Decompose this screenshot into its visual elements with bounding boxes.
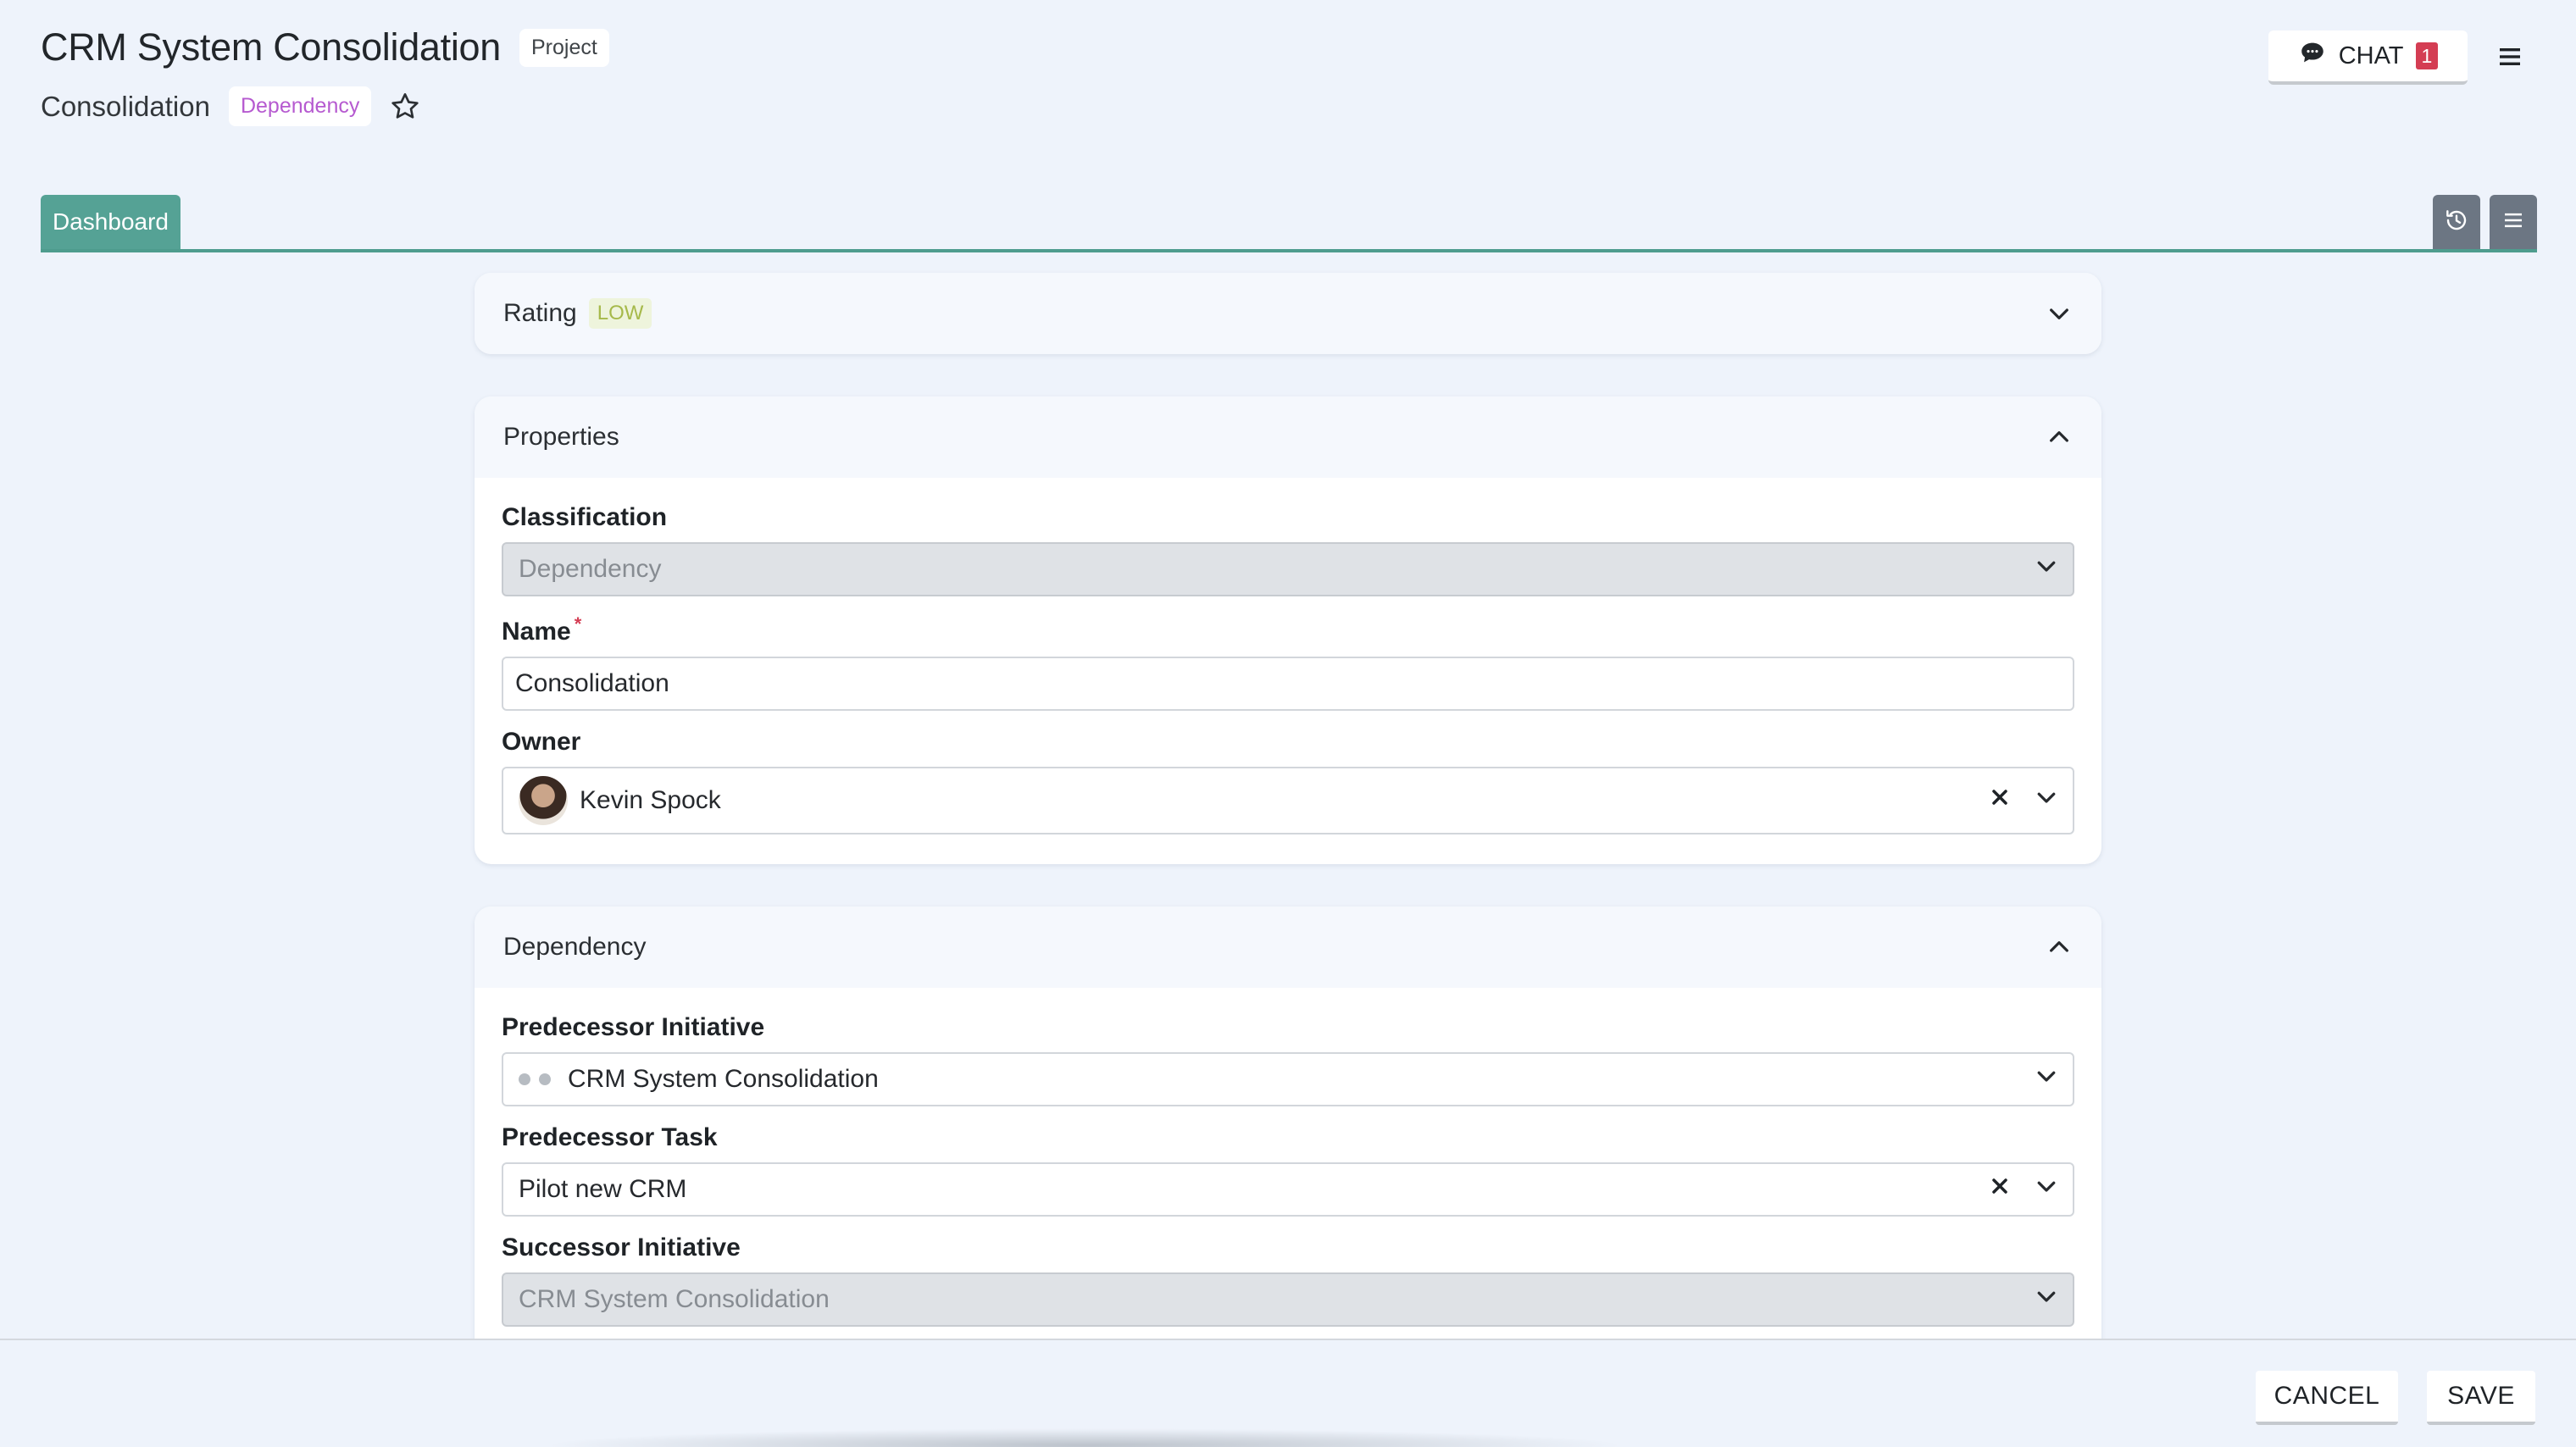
page-subtitle: Consolidation — [41, 90, 210, 122]
properties-title: Properties — [503, 423, 619, 451]
chevron-down-icon[interactable] — [2034, 1283, 2059, 1316]
dependency-badge: Dependency — [228, 86, 372, 126]
rating-title: Rating — [503, 299, 577, 327]
history-icon — [2443, 207, 2470, 238]
page-title: CRM System Consolidation — [41, 25, 501, 69]
chat-bubble-icon — [2298, 38, 2327, 74]
name-label: Name — [502, 618, 571, 646]
chevron-down-icon[interactable] — [2034, 1063, 2059, 1095]
clear-icon[interactable] — [1988, 785, 2012, 816]
dependency-header[interactable]: Dependency — [475, 906, 2101, 988]
chevron-down-icon[interactable] — [2046, 300, 2073, 327]
tab-dashboard[interactable]: Dashboard — [41, 195, 180, 249]
rating-header[interactable]: Rating LOW — [475, 273, 2101, 354]
owner-field: Owner Kevin Spock — [502, 728, 2074, 834]
chevron-down-icon[interactable] — [2034, 1173, 2059, 1206]
name-input[interactable]: Consolidation — [502, 657, 2074, 711]
clear-icon[interactable] — [1988, 1174, 2012, 1205]
required-mark: * — [574, 613, 582, 635]
classification-select[interactable]: Dependency — [502, 542, 2074, 596]
rating-badge: LOW — [588, 298, 652, 329]
owner-select[interactable]: Kevin Spock — [502, 767, 2074, 834]
predecessor-task-select[interactable]: Pilot new CRM — [502, 1162, 2074, 1217]
save-button[interactable]: SAVE — [2427, 1371, 2535, 1425]
successor-initiative-label: Successor Initiative — [502, 1234, 741, 1261]
avatar — [519, 776, 568, 825]
name-field: Name * Consolidation — [502, 613, 2074, 711]
tab-bar: Dashboard — [41, 195, 2537, 252]
dependency-title: Dependency — [503, 933, 647, 961]
star-icon[interactable] — [388, 90, 422, 124]
list-view-button[interactable] — [2490, 195, 2537, 249]
chevron-up-icon[interactable] — [2046, 424, 2073, 451]
hamburger-icon[interactable] — [2495, 42, 2525, 71]
properties-header[interactable]: Properties — [475, 396, 2101, 478]
classification-label: Classification — [502, 503, 668, 531]
name-value: Consolidation — [515, 669, 669, 697]
chevron-up-icon[interactable] — [2046, 934, 2073, 961]
predecessor-initiative-label: Predecessor Initiative — [502, 1013, 765, 1041]
successor-initiative-value: CRM System Consolidation — [519, 1285, 830, 1313]
owner-value: Kevin Spock — [580, 786, 721, 814]
page-header: CRM System Consolidation Project Consoli… — [41, 25, 609, 126]
rating-section: Rating LOW — [475, 273, 2101, 354]
chevron-down-icon[interactable] — [2034, 553, 2059, 585]
project-badge: Project — [519, 28, 609, 67]
chat-label: CHAT — [2338, 42, 2404, 69]
history-button[interactable] — [2433, 195, 2480, 249]
predecessor-task-field: Predecessor Task Pilot new CRM — [502, 1123, 2074, 1217]
predecessor-task-value: Pilot new CRM — [519, 1175, 687, 1203]
status-dots-icon — [519, 1073, 551, 1085]
successor-initiative-select[interactable]: CRM System Consolidation — [502, 1272, 2074, 1327]
chevron-down-icon[interactable] — [2034, 784, 2059, 817]
chat-count-badge: 1 — [2415, 42, 2439, 69]
classification-field: Classification Dependency — [502, 503, 2074, 596]
chat-button[interactable]: CHAT 1 — [2268, 30, 2468, 85]
scroll-shadow — [542, 1428, 1627, 1447]
successor-initiative-field: Successor Initiative CRM System Consolid… — [502, 1234, 2074, 1327]
predecessor-initiative-value: CRM System Consolidation — [568, 1065, 879, 1093]
list-icon — [2501, 208, 2526, 237]
predecessor-initiative-field: Predecessor Initiative CRM System Consol… — [502, 1013, 2074, 1106]
properties-section: Properties Classification Dependency Nam… — [475, 396, 2101, 864]
predecessor-initiative-select[interactable]: CRM System Consolidation — [502, 1052, 2074, 1106]
cancel-button[interactable]: CANCEL — [2256, 1371, 2398, 1425]
classification-value: Dependency — [519, 555, 662, 583]
owner-label: Owner — [502, 728, 581, 756]
predecessor-task-label: Predecessor Task — [502, 1123, 718, 1151]
